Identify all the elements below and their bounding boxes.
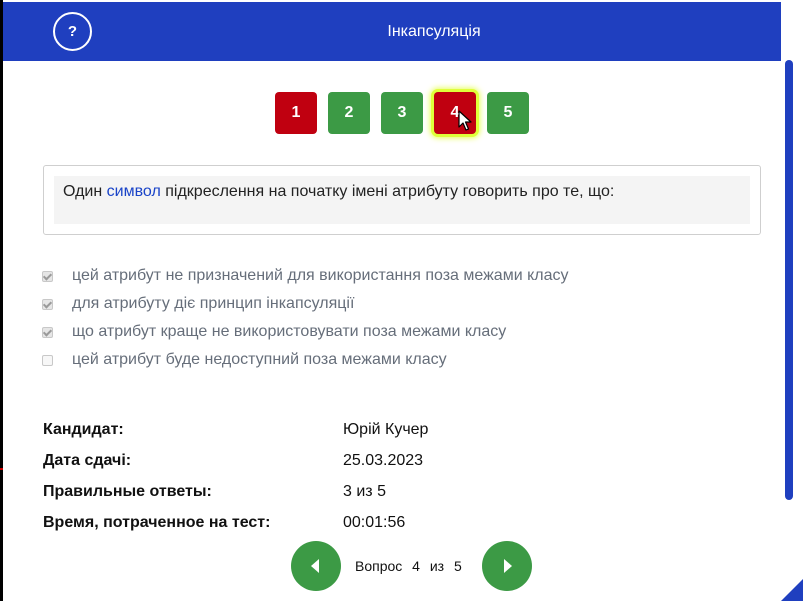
question-text: Один символ підкреслення на початку імен… bbox=[63, 183, 614, 201]
question-highlight-word: символ bbox=[106, 183, 161, 200]
answer-checkbox[interactable] bbox=[42, 326, 53, 338]
info-row-candidate: Кандидат: Юрій Кучер bbox=[43, 414, 428, 445]
question-button-1[interactable]: 1 bbox=[275, 92, 317, 134]
info-row-correct: Правильные ответы: 3 из 5 bbox=[43, 476, 428, 507]
answer-label: цей атрибут буде недоступний поза межами… bbox=[72, 351, 447, 368]
pager-status: Вопрос 4 из 5 bbox=[355, 558, 468, 574]
date-value: 25.03.2023 bbox=[343, 451, 424, 469]
candidate-label: Кандидат: bbox=[43, 420, 124, 438]
result-info: Кандидат: Юрій Кучер Дата сдачі: 25.03.2… bbox=[43, 414, 428, 538]
question-button-3[interactable]: 3 bbox=[381, 92, 423, 134]
pager-of: из bbox=[429, 558, 445, 574]
question-button-4[interactable]: 4 bbox=[434, 92, 476, 134]
question-box: Один символ підкреслення на початку імен… bbox=[43, 165, 761, 235]
pager-current: 4 bbox=[412, 558, 420, 574]
pager-total: 5 bbox=[454, 558, 462, 574]
scrollbar-thumb[interactable] bbox=[785, 60, 793, 500]
previous-question-button[interactable] bbox=[291, 541, 341, 591]
answer-label: для атрибуту діє принцип інкапсуляції bbox=[72, 295, 355, 312]
answer-checkbox[interactable] bbox=[42, 270, 53, 282]
mouse-cursor-icon bbox=[458, 110, 472, 131]
modal-header: ? Інкапсуляція bbox=[3, 2, 781, 61]
pager-word: Вопрос bbox=[355, 558, 403, 574]
next-question-button[interactable] bbox=[481, 541, 532, 591]
correct-answers-value: 3 из 5 bbox=[343, 482, 386, 500]
answer-option: цей атрибут буде недоступний поза межами… bbox=[42, 346, 569, 374]
question-text-area: Один символ підкреслення на початку імен… bbox=[54, 176, 750, 224]
correct-answers-label: Правильные ответы: bbox=[43, 482, 212, 500]
info-row-date: Дата сдачі: 25.03.2023 bbox=[43, 445, 428, 476]
answer-list: цей атрибут не призначений для використа… bbox=[42, 262, 569, 374]
time-spent-label: Время, потраченное на тест: bbox=[43, 513, 271, 531]
question-button-5[interactable]: 5 bbox=[487, 92, 529, 134]
question-suffix: підкреслення на початку імені атрибуту г… bbox=[160, 183, 615, 200]
answer-label: цей атрибут не призначений для використа… bbox=[72, 267, 569, 284]
question-pager: Вопрос 4 из 5 bbox=[291, 541, 532, 591]
arrow-left-icon bbox=[311, 559, 319, 573]
page-title: Інкапсуляція bbox=[387, 23, 481, 40]
answer-option: що атрибут краще не використовувати поза… bbox=[42, 318, 569, 346]
time-spent-value: 00:01:56 bbox=[343, 513, 406, 531]
question-prefix: Один bbox=[63, 183, 107, 200]
answer-option: цей атрибут не призначений для використа… bbox=[42, 262, 569, 290]
candidate-value: Юрій Кучер bbox=[343, 420, 429, 438]
answer-checkbox[interactable] bbox=[42, 298, 53, 310]
resize-corner bbox=[781, 579, 803, 601]
results-modal: ? Інкапсуляція 1 2 3 4 5 Один символ під… bbox=[3, 0, 781, 601]
info-row-time: Время, потраченное на тест: 00:01:56 bbox=[43, 507, 428, 538]
question-button-2[interactable]: 2 bbox=[328, 92, 370, 134]
question-navigation: 1 2 3 4 5 bbox=[275, 92, 529, 134]
arrow-right-icon bbox=[503, 559, 512, 573]
answer-checkbox[interactable] bbox=[42, 354, 53, 366]
answer-option: для атрибуту діє принцип інкапсуляції bbox=[42, 290, 569, 318]
date-label: Дата сдачі: bbox=[43, 451, 132, 469]
answer-label: що атрибут краще не використовувати поза… bbox=[72, 323, 507, 340]
